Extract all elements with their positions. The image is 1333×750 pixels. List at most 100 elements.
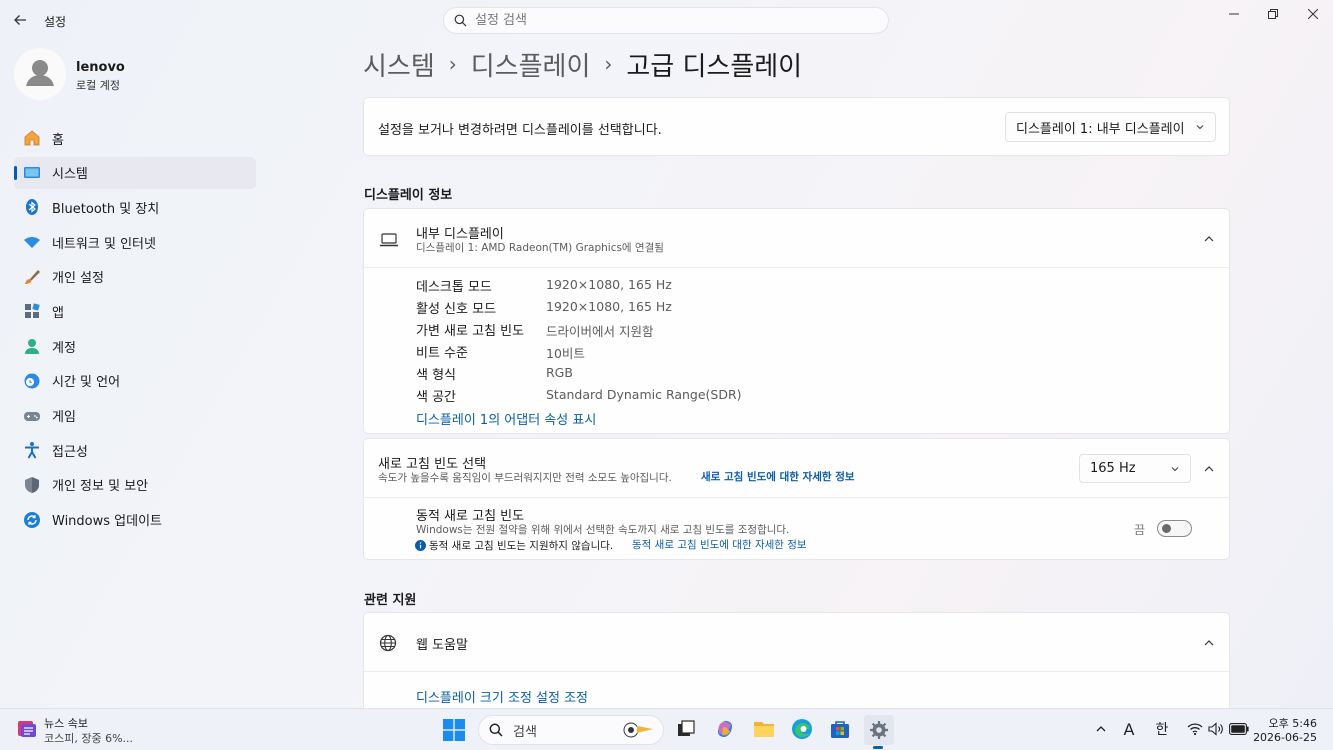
- sidebar-item-label: 개인 설정: [52, 271, 104, 287]
- volume-icon[interactable]: [1207, 721, 1225, 737]
- task-view-button[interactable]: [676, 719, 696, 739]
- settings-search-input[interactable]: [475, 13, 855, 28]
- close-icon: [1308, 9, 1318, 19]
- dynamic-refresh-learn-more-link[interactable]: 동적 새로 고침 빈도에 대한 자세한 정보: [632, 537, 807, 552]
- sidebar-item-label: 게임: [52, 410, 76, 425]
- battery-icon[interactable]: [1229, 722, 1249, 736]
- divider: [364, 267, 1229, 268]
- chevron-up-icon: [1204, 466, 1214, 472]
- sidebar-item-windows-update[interactable]: Windows 업데이트: [14, 504, 256, 536]
- sidebar-item-system[interactable]: 시스템: [14, 156, 256, 189]
- display-select-card: 설정을 보거나 변경하려면 디스플레이를 선택합니다. 디스플레이 1: 내부 …: [363, 97, 1230, 156]
- show-hidden-icons-button[interactable]: [1093, 721, 1109, 737]
- breadcrumb-system[interactable]: 시스템: [363, 46, 435, 83]
- avatar: [14, 48, 66, 100]
- sidebar-item-personalization[interactable]: 개인 설정: [14, 261, 256, 293]
- sidebar-item-network[interactable]: 네트워크 및 인터넷: [14, 226, 256, 258]
- user-name: lenovo: [76, 60, 125, 75]
- web-help-card: 웹 도움말 디스플레이 크기 조정 설정 조정: [363, 612, 1230, 712]
- info-value-color-format: RGB: [546, 365, 573, 380]
- breadcrumb-display[interactable]: 디스플레이: [471, 46, 591, 83]
- dynamic-refresh-state-label: 끔: [1134, 523, 1146, 537]
- windows-logo-icon: [443, 719, 465, 741]
- clock-date[interactable]: 2026-06-25: [1253, 731, 1317, 744]
- refresh-rate-dropdown-value: 165 Hz: [1090, 461, 1136, 476]
- info-label-desktop-mode: 데스크톱 모드: [416, 280, 492, 295]
- sidebar-item-accounts[interactable]: 계정: [14, 330, 256, 362]
- divider: [364, 671, 1229, 672]
- taskbar: 뉴스 속보 코스피, 장중 6%... 검색 A 한 오후 5:46 2026-…: [0, 708, 1333, 750]
- sidebar-item-privacy[interactable]: 개인 정보 및 보안: [14, 469, 256, 501]
- page-title: 고급 디스플레이: [626, 51, 803, 82]
- home-icon: [22, 128, 42, 148]
- divider: [364, 497, 1229, 498]
- display-scaling-help-link[interactable]: 디스플레이 크기 조정 설정 조정: [416, 687, 588, 706]
- copilot-button[interactable]: [714, 718, 736, 740]
- info-value-bit-depth: 10비트: [546, 346, 585, 361]
- collapse-display-info-button[interactable]: [1197, 231, 1221, 247]
- chevron-down-icon: [1171, 466, 1179, 471]
- account-icon: [22, 336, 42, 356]
- refresh-rate-card: 새로 고침 빈도 선택 속도가 높을수록 움직임이 부드러워지지만 전력 소모도…: [363, 438, 1230, 560]
- start-button[interactable]: [442, 718, 466, 742]
- collapse-refresh-rate-button[interactable]: [1197, 461, 1221, 477]
- gear-icon: [870, 721, 888, 739]
- display-info-card: 내부 디스플레이 디스플레이 1: AMD Radeon(TM) Graphic…: [363, 208, 1230, 434]
- sidebar-item-accessibility[interactable]: 접근성: [14, 434, 256, 466]
- news-widget-icon[interactable]: [16, 718, 38, 740]
- title-bar: 설정: [0, 0, 1333, 40]
- gamepad-icon: [22, 406, 42, 426]
- copilot-icon: [718, 721, 732, 737]
- account-type: 로컬 계정: [76, 79, 120, 92]
- news-subtitle[interactable]: 코스피, 장중 6%...: [44, 730, 133, 746]
- globe-clock-icon: [22, 371, 42, 391]
- globe-icon: [378, 633, 398, 653]
- sidebar-item-home[interactable]: 홈: [14, 122, 256, 154]
- taskbar-search[interactable]: 검색: [478, 715, 664, 745]
- ime-mode-a[interactable]: A: [1120, 719, 1138, 739]
- store-button[interactable]: [829, 718, 851, 740]
- search-icon: [454, 14, 467, 27]
- adapter-properties-link[interactable]: 디스플레이 1의 어댑터 속성 표시: [416, 409, 596, 428]
- info-label-vrr: 가변 새로 고침 빈도: [416, 324, 525, 339]
- bluetooth-icon: [22, 197, 42, 217]
- info-icon: [415, 540, 426, 551]
- clock-time[interactable]: 오후 5:46: [1269, 715, 1317, 731]
- file-explorer-button[interactable]: [752, 718, 776, 740]
- sidebar-item-time-language[interactable]: 시간 및 언어: [14, 365, 256, 397]
- sidebar-item-gaming[interactable]: 게임: [14, 400, 256, 432]
- news-title[interactable]: 뉴스 속보: [44, 715, 88, 731]
- minimize-button[interactable]: [1214, 0, 1254, 28]
- display-dropdown-value: 디스플레이 1: 내부 디스플레이: [1016, 121, 1185, 137]
- shield-icon: [22, 475, 42, 495]
- sidebar-item-label: Windows 업데이트: [52, 514, 163, 530]
- edge-button[interactable]: [791, 718, 813, 740]
- info-value-vrr: 드라이버에서 지원함: [546, 324, 654, 339]
- store-icon: [831, 721, 849, 738]
- settings-taskbar-button[interactable]: [864, 715, 894, 745]
- user-profile[interactable]: lenovo 로컬 계정: [14, 48, 254, 102]
- refresh-rate-dropdown[interactable]: 165 Hz: [1079, 454, 1191, 483]
- refresh-rate-learn-more-link[interactable]: 새로 고침 빈도에 대한 자세한 정보: [701, 469, 855, 484]
- info-label-color-format: 색 형식: [416, 368, 457, 383]
- back-button[interactable]: [8, 8, 32, 32]
- collapse-web-help-button[interactable]: [1197, 635, 1221, 651]
- restore-button[interactable]: [1253, 0, 1293, 28]
- wifi-status-icon[interactable]: [1186, 721, 1204, 737]
- sidebar-item-label: 시간 및 언어: [52, 375, 121, 391]
- sidebar-item-label: 앱: [52, 305, 64, 321]
- chevron-up-icon: [1204, 236, 1214, 242]
- settings-search[interactable]: [443, 7, 889, 34]
- app-title: 설정: [44, 15, 67, 29]
- task-view-icon: [678, 720, 695, 736]
- display-dropdown[interactable]: 디스플레이 1: 내부 디스플레이: [1005, 112, 1216, 142]
- sidebar-item-apps[interactable]: 앱: [14, 295, 256, 327]
- info-label-bit-depth: 비트 수준: [416, 346, 468, 361]
- ime-language[interactable]: 한: [1152, 719, 1172, 739]
- taskbar-search-label: 검색: [513, 724, 537, 740]
- sidebar-item-bluetooth[interactable]: Bluetooth 및 장치: [14, 191, 256, 223]
- accessibility-icon: [22, 440, 42, 460]
- close-button[interactable]: [1293, 0, 1333, 28]
- display-info-section-title: 디스플레이 정보: [364, 188, 453, 203]
- dynamic-refresh-toggle[interactable]: [1157, 520, 1192, 537]
